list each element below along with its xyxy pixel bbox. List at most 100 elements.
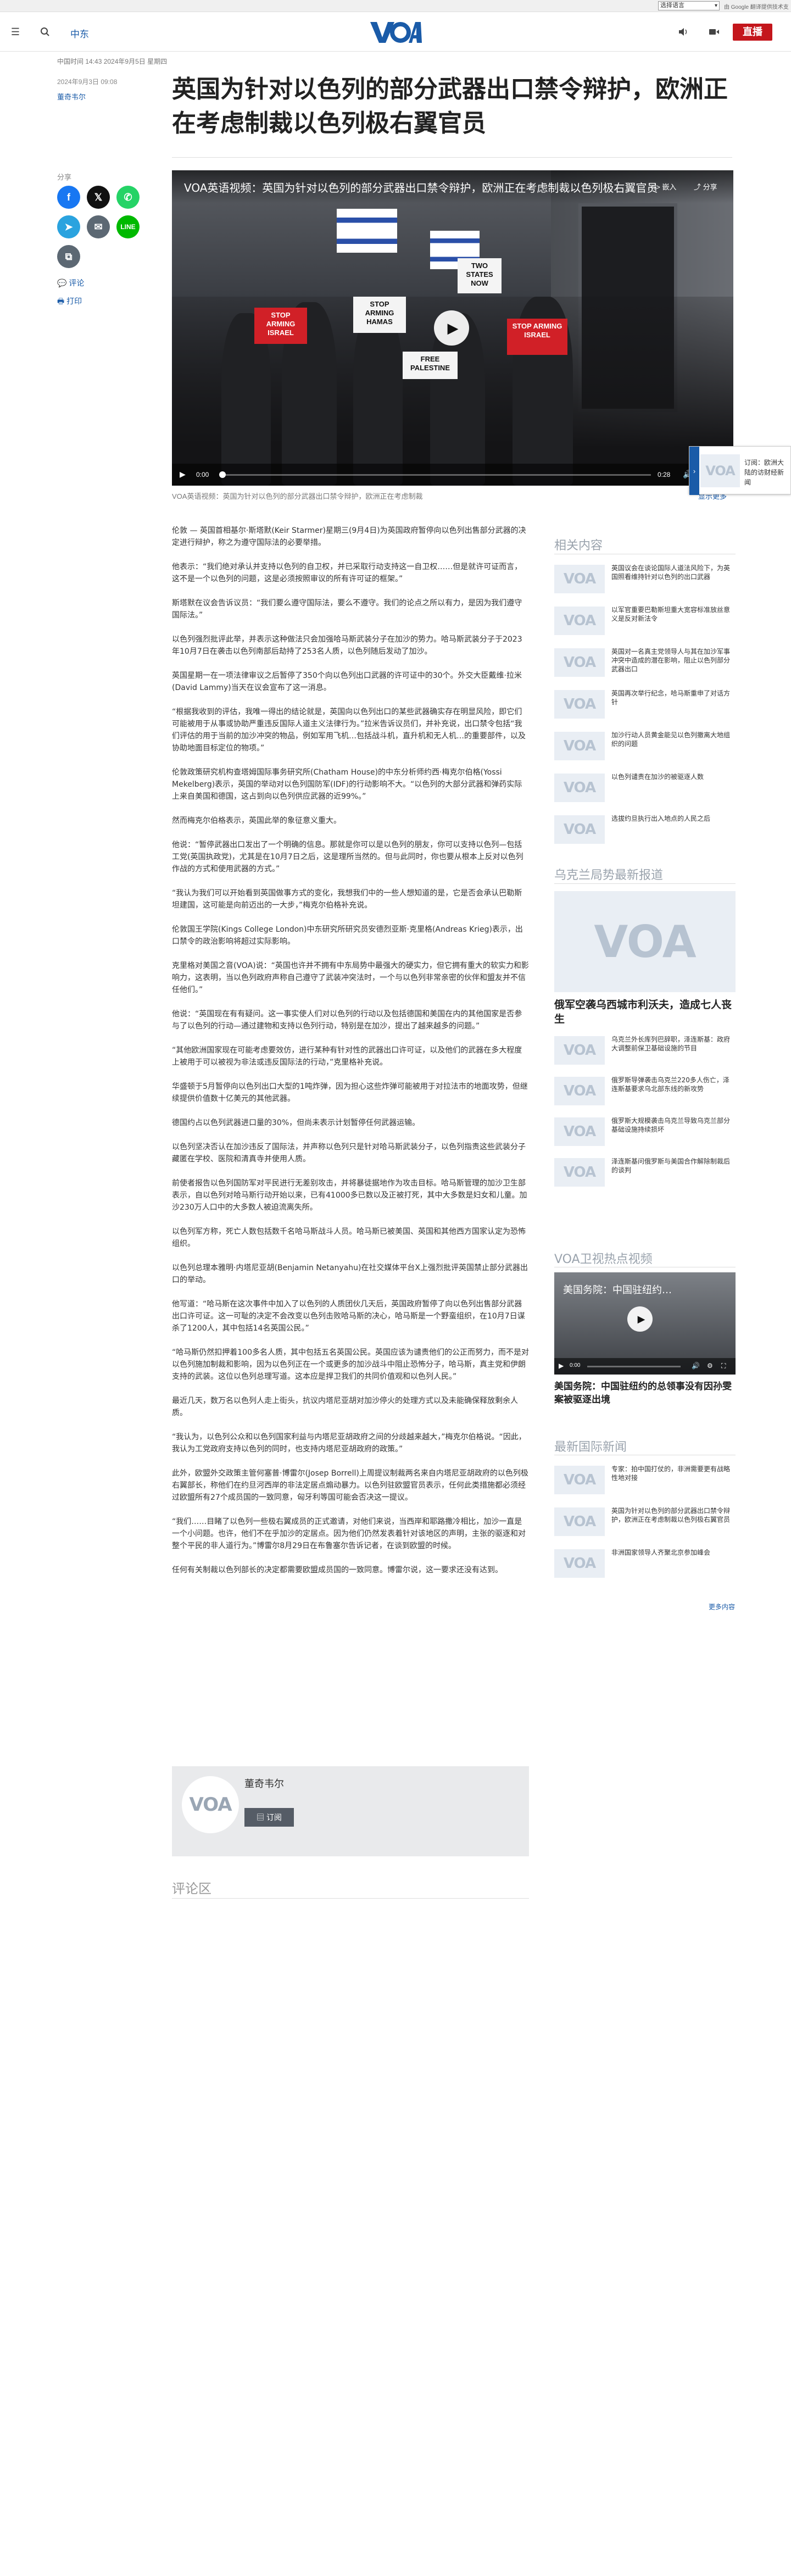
email-share-button[interactable]: ✉ bbox=[87, 215, 110, 238]
subscribe-label: 订阅 bbox=[266, 1813, 282, 1822]
voa-logo-icon: VOA bbox=[563, 696, 596, 713]
voa-logo-icon: VOA bbox=[563, 821, 596, 838]
intl-heading: 最新国际新闻 bbox=[554, 1440, 627, 1454]
search-icon[interactable] bbox=[38, 25, 52, 38]
sidebar-list-item[interactable]: VOA 英国为针对以色列的部分武器出口禁令辩护，欧洲正在考虑制裁以色列极右翼官员 bbox=[554, 1504, 736, 1537]
sidebar-list-item[interactable]: VOA 非洲国家领导人齐聚北京参加峰会 bbox=[554, 1546, 736, 1579]
article-paragraph: “其他欧洲国家现在可能考虑要效仿，进行某种有针对性的武器出口许可证，以及他们的武… bbox=[172, 1046, 522, 1067]
divider bbox=[172, 157, 732, 158]
voa-logo-icon: VOA bbox=[563, 654, 596, 671]
progress-handle[interactable] bbox=[219, 471, 226, 478]
sidebar-list-item[interactable]: VOA 英国对一名真主党领导人与其在加沙军事冲突中造成的潜在影响，阻止以色列部分武… bbox=[554, 645, 736, 678]
facebook-icon: f bbox=[67, 191, 70, 203]
protest-sign: STOP ARMING ISRAEL bbox=[254, 308, 307, 344]
sidebar-item-title: 加沙行动人员黄金能见以色列撤离大地组织的问题 bbox=[611, 731, 731, 748]
embed-button[interactable]: </> 嵌入 bbox=[650, 181, 676, 192]
sidebar-video-player[interactable]: 美国务院：中国驻纽约… ▶ ▶ 0:00 🔊 ⚙ ⛶ bbox=[554, 1272, 736, 1375]
sidebar-list-item[interactable]: VOA 泽连斯基问俄罗斯与美国合作解除制裁后的谈判 bbox=[554, 1155, 736, 1188]
sidebar-list-item[interactable]: VOA 乌克兰外长库列巴辞职，泽连斯基：政府大调整前保卫基础设施的节目 bbox=[554, 1033, 736, 1066]
ukraine-heading: 乌克兰局势最新报道 bbox=[554, 869, 664, 882]
voa-logo[interactable] bbox=[369, 20, 422, 45]
sticky-player-card[interactable]: › VOA 订阅：欧洲大陆的访财经新闻 bbox=[689, 446, 791, 495]
author-name[interactable]: 董奇韦尔 bbox=[244, 1776, 284, 1790]
sidebar-list-item[interactable]: VOA 以军官重要巴勒斯坦重大宽容标准放丝意义是反对新法令 bbox=[554, 603, 736, 636]
video-controls: ▶ 0:00 🔊 ⚙ ⛶ bbox=[554, 1358, 736, 1375]
progress-track[interactable] bbox=[222, 474, 651, 476]
article-paragraph: 任何有关制裁以色列部长的决定都需要欧盟成员国的一致同意。博雷尔说，这一要求还没有… bbox=[172, 1566, 503, 1574]
live-button[interactable]: 直播 bbox=[733, 24, 772, 41]
author-link[interactable]: 董奇韦尔 bbox=[57, 91, 86, 102]
thumbnail-image: VOA bbox=[554, 565, 605, 593]
protest-sign: TWO STATES NOW bbox=[458, 258, 502, 293]
arrow-right-icon[interactable]: › bbox=[689, 447, 699, 495]
sidebar-list-item[interactable]: VOA 俄罗斯大规模袭击乌克兰导致乌克兰部分基础设施持续损坏 bbox=[554, 1114, 736, 1147]
ukraine-feature-image[interactable]: VOA bbox=[554, 891, 736, 992]
sidebar-list-item[interactable]: VOA 以色列谴责在加沙的被驱逐人数 bbox=[554, 770, 736, 803]
telegram-share-button[interactable]: ➤ bbox=[57, 215, 80, 238]
telegram-icon: ➤ bbox=[64, 221, 73, 232]
subscribe-button[interactable]: ▤ 订阅 bbox=[244, 1808, 294, 1827]
voa-logo-icon: VOA bbox=[563, 1083, 596, 1099]
sidebar-item-title: 以色列谴责在加沙的被驱逐人数 bbox=[611, 773, 704, 781]
play-control-icon[interactable]: ▶ bbox=[559, 1362, 564, 1370]
divider bbox=[554, 883, 736, 884]
video-icon[interactable] bbox=[708, 25, 721, 38]
sidebar-item-title: 非洲国家领导人齐聚北京参加峰会 bbox=[611, 1549, 711, 1556]
whatsapp-icon: ✆ bbox=[124, 191, 132, 203]
comments-link[interactable]: 💬 评论 bbox=[57, 277, 84, 288]
settings-icon[interactable]: ⚙ bbox=[707, 1362, 713, 1370]
ukraine-feature-title[interactable]: 俄军空袭乌西城市利沃夫，造成七人丧生 bbox=[554, 998, 736, 1026]
copy-link-button[interactable]: ⧉ bbox=[57, 245, 80, 268]
fullscreen-icon[interactable]: ⛶ bbox=[721, 1362, 726, 1370]
voa-logo-icon: VOA bbox=[563, 1164, 596, 1181]
line-share-button[interactable]: LINE bbox=[116, 215, 140, 238]
thumbnail-image: VOA bbox=[554, 1158, 605, 1187]
sidebar-list-item[interactable]: VOA 俄罗斯导弹袭击乌克兰220多人伤亡，泽连斯基要求乌北部东线的新攻势 bbox=[554, 1073, 736, 1106]
thumbnail-image: VOA bbox=[554, 815, 605, 844]
language-select[interactable]: 选择语言 bbox=[658, 1, 720, 10]
thumbnail-image: VOA bbox=[554, 607, 605, 635]
sidebar-list-item[interactable]: VOA 英国再次举行纪念，哈马斯重申了对话方针 bbox=[554, 687, 736, 720]
progress-track[interactable] bbox=[587, 1366, 681, 1367]
play-button[interactable]: ▶ bbox=[434, 310, 469, 346]
video-share-button[interactable]: ⤴ 分享 bbox=[694, 181, 717, 192]
site-header: ☰ 中东 直播 bbox=[0, 12, 791, 52]
sidebar-list-item[interactable]: VOA 英国议会在谈论国际人道法风险下，为英国照看维持针对以色列的出口武器 bbox=[554, 561, 736, 594]
thumbnail-image: VOA bbox=[554, 1036, 605, 1065]
sidebar-item-title: 泽连斯基问俄罗斯与美国合作解除制裁后的谈判 bbox=[611, 1158, 731, 1174]
sidebar-item-title: 俄罗斯导弹袭击乌克兰220多人伤亡，泽连斯基要求乌北部东线的新攻势 bbox=[611, 1076, 729, 1093]
thumbnail-image: VOA bbox=[700, 454, 740, 487]
thumbnail-image: VOA bbox=[554, 1117, 605, 1146]
article-title: 英国为针对以色列的部分武器出口禁令辩护，欧洲正在考虑制裁以色列极右翼官员 bbox=[172, 75, 728, 137]
menu-icon[interactable]: ☰ bbox=[9, 25, 22, 38]
article-paragraph: “我们……目睹了以色列一些极右翼成员的正式邀请，对他们来说，当西岸和耶路撒冷相比… bbox=[172, 1517, 526, 1550]
facebook-share-button[interactable]: f bbox=[57, 186, 80, 209]
play-control-icon[interactable]: ▶ bbox=[180, 470, 186, 479]
protest-sign: FREE PALESTINE bbox=[403, 352, 458, 379]
section-label[interactable]: 中东 bbox=[70, 26, 89, 40]
whatsapp-share-button[interactable]: ✆ bbox=[116, 186, 140, 209]
video-feature-title[interactable]: 美国务院：中国驻纽约的总领事没有因孙雯案被驱逐出境 bbox=[554, 1380, 736, 1406]
article-paragraph: 以色列强烈批评此举，并表示这种做法只会加强哈马斯武装分子在加沙的势力。哈马斯武装… bbox=[172, 635, 522, 656]
sidebar-item-title: 以军官重要巴勒斯坦重大宽容标准放丝意义是反对新法令 bbox=[611, 606, 731, 622]
sidebar-list-item[interactable]: VOA 加沙行动人员黄金能见以色列撤离大地组织的问题 bbox=[554, 728, 736, 761]
article-paragraph: 以色列坚决否认在加沙违反了国际法，并声称以色列只是针对哈马斯武装分子，以色列指责… bbox=[172, 1143, 526, 1164]
rss-icon: ▤ bbox=[257, 1813, 266, 1822]
sidebar-item-title: 英国对一名真主党领导人与其在加沙军事冲突中造成的潜在影响，阻止以色列部分武器出口 bbox=[611, 648, 731, 673]
print-link[interactable]: 🖶 打印 bbox=[57, 296, 82, 309]
x-icon: 𝕏 bbox=[94, 191, 103, 203]
person-figure bbox=[353, 308, 403, 486]
sidebar-item-title: 英国议会在谈论国际人道法风险下，为英国照看维持针对以色列的出口武器 bbox=[611, 564, 731, 581]
play-button[interactable]: ▶ bbox=[627, 1306, 653, 1332]
x-share-button[interactable]: 𝕏 bbox=[87, 186, 110, 209]
video-player[interactable]: STOP ARMING ISRAEL STOP ARMING HAMAS TWO… bbox=[172, 170, 733, 486]
sidebar-list-item[interactable]: VOA 选拔约旦执行出入地点的人民之后 bbox=[554, 812, 736, 845]
sidebar-item-title: 英国为针对以色列的部分武器出口禁令辩护，欧洲正在考虑制裁以色列极右翼官员 bbox=[611, 1507, 731, 1523]
sidebar-list-item[interactable]: VOA 专家：拍中国打仗的，非洲需要更有战略性地对接 bbox=[554, 1462, 736, 1495]
volume-icon[interactable]: 🔊 bbox=[692, 1362, 700, 1370]
more-news-link[interactable]: 更多内容 bbox=[709, 1602, 735, 1611]
voa-logo-icon: VOA bbox=[563, 1555, 596, 1572]
audio-icon[interactable] bbox=[677, 25, 690, 38]
voa-logo-icon: VOA bbox=[594, 916, 696, 967]
video-share-label: 分享 bbox=[703, 183, 717, 191]
